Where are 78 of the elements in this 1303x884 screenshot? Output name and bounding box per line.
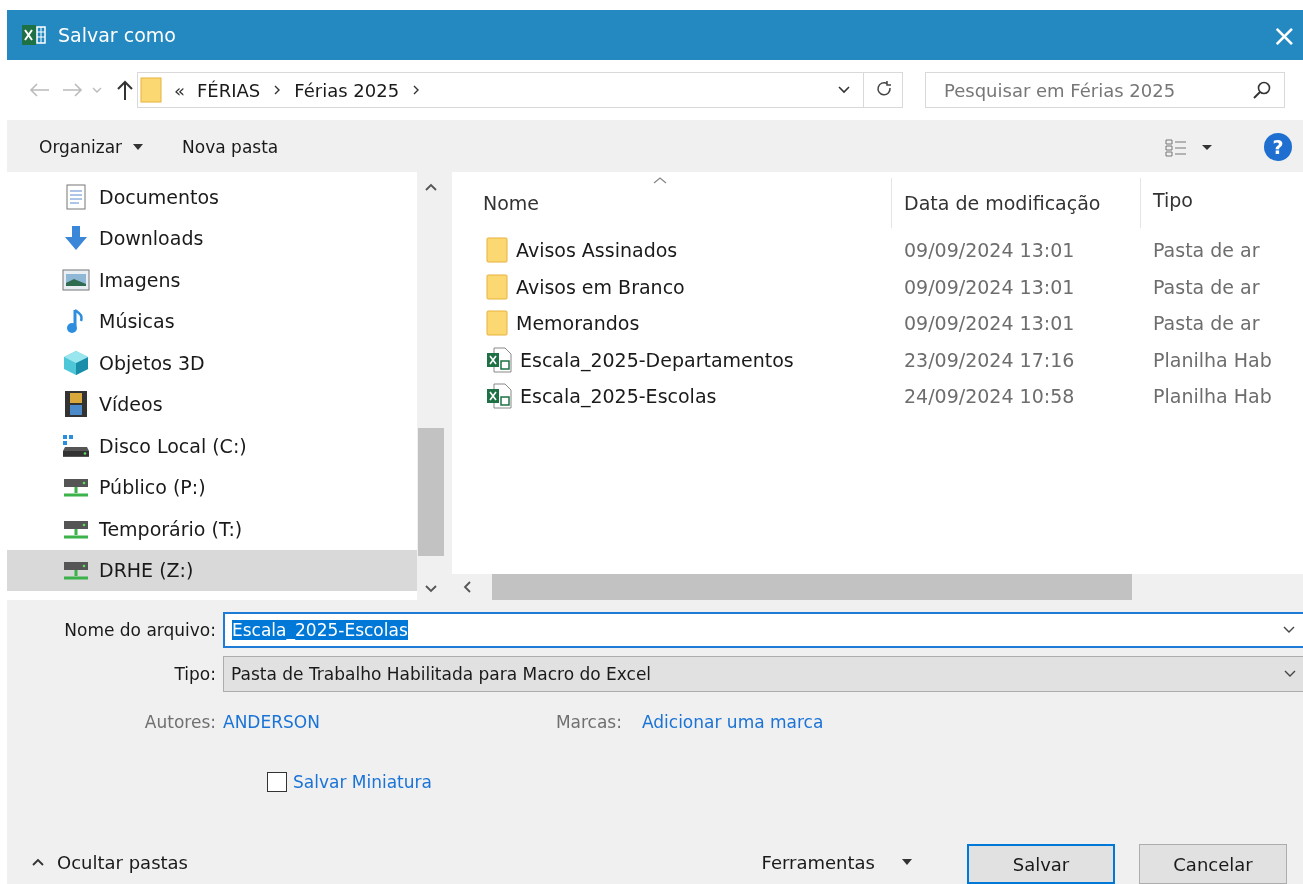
picture-icon	[62, 268, 90, 291]
window-title: Salvar como	[58, 24, 176, 46]
sidebar-item[interactable]: Documentos	[7, 176, 417, 218]
sidebar-item[interactable]: Imagens	[7, 259, 417, 301]
scroll-up-icon[interactable]	[424, 182, 438, 192]
file-name[interactable]: Avisos Assinados	[516, 239, 678, 262]
cancel-button[interactable]: Cancelar	[1139, 844, 1287, 884]
file-name[interactable]: Escala_2025-Departamentos	[520, 348, 794, 371]
authors-link[interactable]: ANDERSON	[223, 712, 320, 732]
save-button[interactable]: Salvar	[967, 844, 1115, 884]
spreadsheet-file-icon	[486, 383, 512, 410]
spreadsheet-file-icon	[486, 346, 512, 373]
hard-drive-icon	[62, 433, 90, 458]
breadcrumb-item[interactable]: Férias 2025	[294, 79, 400, 101]
modified-date: 09/09/2024 13:01	[903, 275, 1076, 298]
new-folder-button[interactable]: Nova pasta	[170, 131, 291, 163]
modified-date: 24/09/2024 10:58	[903, 385, 1076, 408]
field-label: Nome do arquivo:	[63, 620, 216, 640]
checkbox-label[interactable]: Salvar Miniatura	[293, 772, 432, 792]
folder-icon	[486, 273, 508, 300]
scrollbar-thumb[interactable]	[492, 574, 1132, 600]
modified-date: 09/09/2024 13:01	[903, 239, 1076, 262]
scroll-down-icon[interactable]	[424, 584, 438, 594]
column-header[interactable]: Tipo	[1141, 172, 1303, 228]
scroll-left-icon[interactable]	[462, 580, 472, 594]
sidebar-item[interactable]: Objetos 3D	[7, 342, 417, 384]
cube-icon	[62, 348, 90, 377]
sidebar-item[interactable]: Vídeos	[7, 383, 417, 425]
sidebar-item[interactable]: Músicas	[7, 300, 417, 342]
file-name[interactable]: Escala_2025-Escolas	[520, 385, 717, 408]
tools-menu-button[interactable]: Ferramentas	[755, 850, 919, 874]
file-type: Planilha Hab	[1152, 385, 1273, 408]
caret-icon	[901, 858, 913, 866]
modified-date: 23/09/2024 17:16	[903, 348, 1076, 371]
dropdown-caret-icon	[1283, 669, 1297, 679]
file-type-dropdown[interactable]: Pasta de Trabalho Habilitada para Macro do Excel	[223, 656, 1303, 692]
breadcrumb-item[interactable]: FÉRIAS	[197, 79, 261, 101]
address-bar[interactable]: « FÉRIAS Férias 2025	[137, 72, 903, 108]
spreadsheet-app-icon	[22, 24, 46, 46]
authors-label: Autores:	[143, 712, 216, 732]
caret-icon	[31, 857, 45, 867]
horizontal-scrollbar[interactable]	[452, 574, 1303, 600]
dropdown-caret-icon[interactable]	[837, 85, 851, 95]
folder-icon	[140, 77, 162, 103]
field-label: Tipo:	[173, 664, 216, 684]
close-button[interactable]: ×	[1263, 17, 1303, 53]
folder-icon	[486, 310, 508, 337]
overflow-chevron[interactable]: «	[174, 79, 185, 101]
sidebar-item[interactable]: Público (P:)	[7, 466, 417, 508]
search-field[interactable]: Pesquisar em Férias 2025	[925, 72, 1285, 108]
sidebar-item[interactable]: DRHE (Z:)	[7, 549, 417, 591]
save-thumbnail-checkbox[interactable]	[267, 772, 287, 792]
folder-icon	[486, 237, 508, 264]
file-name[interactable]: Avisos em Branco	[516, 275, 685, 298]
modified-date: 09/09/2024 13:01	[903, 312, 1076, 335]
file-type: Planilha Hab	[1152, 348, 1273, 371]
hide-folders-button[interactable]: Ocultar pastas	[7, 843, 212, 881]
tags-label: Marcas:	[555, 712, 622, 732]
file-type: Pasta de ar	[1152, 239, 1261, 262]
sidebar-item[interactable]: Downloads	[7, 217, 417, 259]
sidebar-item[interactable]: Disco Local (C:)	[7, 425, 417, 467]
add-tag-link[interactable]: Adicionar uma marca	[641, 712, 824, 732]
help-button[interactable]: ?	[1264, 133, 1292, 161]
file-type: Pasta de ar	[1152, 312, 1261, 335]
column-header[interactable]: Data de modificação	[892, 178, 1141, 228]
file-name[interactable]: Memorandos	[516, 312, 640, 335]
search-icon[interactable]	[1252, 80, 1272, 100]
scrollbar-thumb[interactable]	[418, 428, 444, 556]
film-strip-icon	[62, 390, 90, 419]
file-name-field[interactable]: Escala_2025-Escolas	[223, 612, 1303, 648]
file-type: Pasta de ar	[1152, 275, 1261, 298]
caret-icon	[132, 143, 145, 151]
organize-menu-button[interactable]: Organizar	[27, 131, 157, 163]
download-arrow-icon	[62, 225, 90, 252]
sort-caret-icon	[652, 176, 668, 184]
column-header[interactable]: Nome	[452, 178, 892, 228]
dropdown-caret-icon[interactable]	[1282, 625, 1296, 635]
sidebar-item[interactable]: Temporário (T:)	[7, 508, 417, 550]
